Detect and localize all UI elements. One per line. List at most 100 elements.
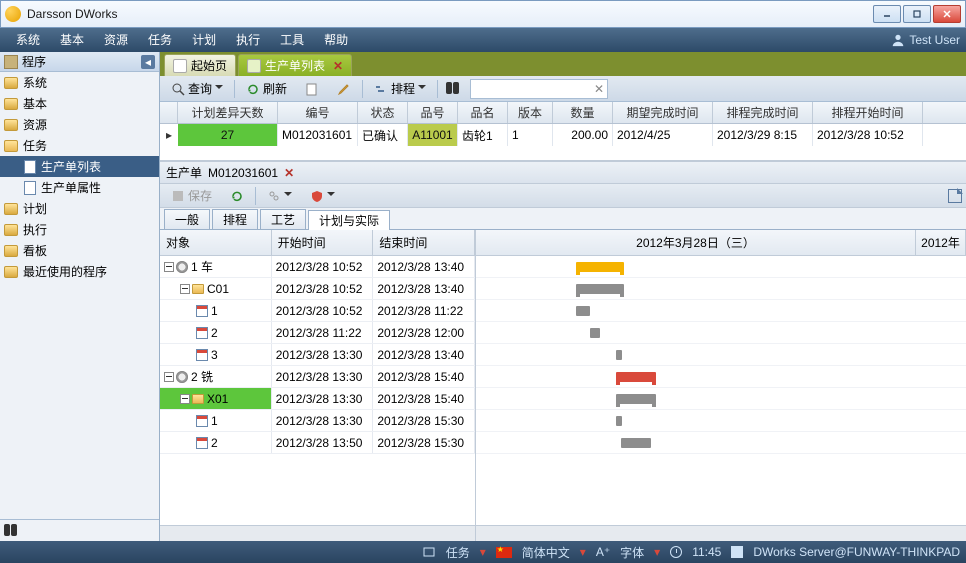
- gantt-bar[interactable]: [616, 394, 656, 404]
- col-status[interactable]: 状态: [358, 102, 408, 123]
- status-language[interactable]: 简体中文: [522, 544, 570, 561]
- cal-icon: [196, 349, 208, 361]
- col-qty[interactable]: 数量: [553, 102, 613, 123]
- status-task[interactable]: 任务: [446, 544, 470, 561]
- link-button[interactable]: [260, 186, 299, 206]
- tree-row[interactable]: 32012/3/28 13:302012/3/28 13:40: [160, 344, 475, 366]
- gantt-bar[interactable]: [616, 350, 622, 360]
- close-button[interactable]: [933, 5, 961, 23]
- sidebar-item-计划[interactable]: 计划: [0, 198, 159, 219]
- sidebar-collapse-button[interactable]: ◂: [141, 55, 155, 69]
- shield-button[interactable]: [303, 186, 342, 206]
- menu-plan[interactable]: 计划: [182, 28, 226, 52]
- col-deviation[interactable]: 计划差异天数: [178, 102, 278, 123]
- menu-execute[interactable]: 执行: [226, 28, 270, 52]
- sidebar-item-生产单属性[interactable]: 生产单属性: [0, 177, 159, 198]
- grid-row[interactable]: ▸ 27 M012031601 已确认 A11001 齿轮1 1 200.00 …: [160, 124, 966, 146]
- clear-search-icon[interactable]: ✕: [591, 82, 607, 96]
- search-input[interactable]: [471, 82, 591, 96]
- sidebar-item-生产单列表[interactable]: 生产单列表: [0, 156, 159, 177]
- content: 起始页 生产单列表 ✕ 查询 刷新: [160, 52, 966, 541]
- tree-row[interactable]: X012012/3/28 13:302012/3/28 15:40: [160, 388, 475, 410]
- tab-production-order-list[interactable]: 生产单列表 ✕: [238, 54, 352, 76]
- subtab-plan-actual[interactable]: 计划与实际: [308, 210, 390, 230]
- col-start-time[interactable]: 开始时间: [272, 230, 374, 255]
- col-name[interactable]: 品名: [458, 102, 508, 123]
- gantt-bar[interactable]: [616, 372, 656, 382]
- folder-icon: [192, 284, 204, 294]
- col-expect[interactable]: 期望完成时间: [613, 102, 713, 123]
- tree-row[interactable]: 12012/3/28 13:302012/3/28 15:30: [160, 410, 475, 432]
- menu-system[interactable]: 系统: [6, 28, 50, 52]
- menu-tool[interactable]: 工具: [270, 28, 314, 52]
- col-object[interactable]: 对象: [160, 230, 272, 255]
- sidebar-item-基本[interactable]: 基本: [0, 93, 159, 114]
- detail-refresh-button[interactable]: [223, 186, 251, 206]
- user-label: Test User: [909, 33, 960, 47]
- tree-row[interactable]: 2 铣2012/3/28 13:302012/3/28 15:40: [160, 366, 475, 388]
- subtab-general[interactable]: 一般: [164, 209, 210, 229]
- gantt-row: [476, 322, 966, 344]
- col-version[interactable]: 版本: [508, 102, 553, 123]
- detail-close-icon[interactable]: ✕: [284, 166, 294, 180]
- sidebar-item-任务[interactable]: 任务: [0, 135, 159, 156]
- gantt-bar[interactable]: [576, 262, 624, 272]
- menu-help[interactable]: 帮助: [314, 28, 358, 52]
- collapse-icon[interactable]: [164, 372, 174, 382]
- menu-basic[interactable]: 基本: [50, 28, 94, 52]
- collapse-icon[interactable]: [164, 262, 174, 272]
- tab-start[interactable]: 起始页: [164, 54, 236, 76]
- gantt-bar[interactable]: [621, 438, 651, 448]
- tree-body: 1 车2012/3/28 10:522012/3/28 13:40C012012…: [160, 256, 475, 525]
- sidebar-item-最近使用的程序[interactable]: 最近使用的程序: [0, 261, 159, 282]
- tree-row[interactable]: C012012/3/28 10:522012/3/28 13:40: [160, 278, 475, 300]
- gantt-bar[interactable]: [576, 284, 624, 294]
- gantt-bar[interactable]: [590, 328, 600, 338]
- edit-button[interactable]: [330, 79, 358, 99]
- maximize-button[interactable]: [903, 5, 931, 23]
- tree-start: 2012/3/28 10:52: [272, 278, 374, 299]
- current-user[interactable]: Test User: [891, 33, 960, 47]
- col-end-time[interactable]: 结束时间: [373, 230, 475, 255]
- sidebar-item-看板[interactable]: 看板: [0, 240, 159, 261]
- subtab-schedule[interactable]: 排程: [212, 209, 258, 229]
- gantt-body[interactable]: [476, 256, 966, 525]
- subtab-process[interactable]: 工艺: [260, 209, 306, 229]
- menu-task[interactable]: 任务: [138, 28, 182, 52]
- tab-close-icon[interactable]: ✕: [333, 59, 343, 73]
- col-item[interactable]: 品号: [408, 102, 458, 123]
- refresh-button[interactable]: 刷新: [239, 79, 294, 99]
- minimize-button[interactable]: [873, 5, 901, 23]
- save-button[interactable]: 保存: [164, 186, 219, 206]
- collapse-icon[interactable]: [180, 284, 190, 294]
- sidebar: 程序 ◂ 系统基本资源任务生产单列表生产单属性计划执行看板最近使用的程序: [0, 52, 160, 541]
- menu-resource[interactable]: 资源: [94, 28, 138, 52]
- col-sched-start[interactable]: 排程开始时间: [813, 102, 923, 123]
- tree-start: 2012/3/28 10:52: [272, 256, 374, 277]
- save-icon: [171, 189, 185, 203]
- tab-overflow-icon[interactable]: [946, 62, 962, 76]
- collapse-icon[interactable]: [180, 394, 190, 404]
- tree-row[interactable]: 12012/3/28 10:522012/3/28 11:22: [160, 300, 475, 322]
- status-font[interactable]: 字体: [620, 544, 644, 561]
- tree-row[interactable]: 1 车2012/3/28 10:522012/3/28 13:40: [160, 256, 475, 278]
- schedule-button[interactable]: 排程: [367, 79, 433, 99]
- sidebar-item-执行[interactable]: 执行: [0, 219, 159, 240]
- tree-hscroll[interactable]: [160, 525, 475, 541]
- gantt-hscroll[interactable]: [476, 525, 966, 541]
- sidebar-item-系统[interactable]: 系统: [0, 72, 159, 93]
- col-sched-end[interactable]: 排程完成时间: [713, 102, 813, 123]
- new-button[interactable]: [298, 79, 326, 99]
- tree-end: 2012/3/28 15:30: [373, 410, 475, 431]
- popout-button[interactable]: [948, 189, 962, 203]
- gantt-bar[interactable]: [616, 416, 622, 426]
- find-icon[interactable]: [446, 82, 462, 96]
- binoculars-icon[interactable]: [4, 524, 20, 538]
- tree-row[interactable]: 22012/3/28 11:222012/3/28 12:00: [160, 322, 475, 344]
- query-button[interactable]: 查询: [164, 79, 230, 99]
- tree-row[interactable]: 22012/3/28 13:502012/3/28 15:30: [160, 432, 475, 454]
- sidebar-item-资源[interactable]: 资源: [0, 114, 159, 135]
- col-no[interactable]: 编号: [278, 102, 358, 123]
- sidebar-item-label: 系统: [23, 74, 47, 91]
- gantt-bar[interactable]: [576, 306, 590, 316]
